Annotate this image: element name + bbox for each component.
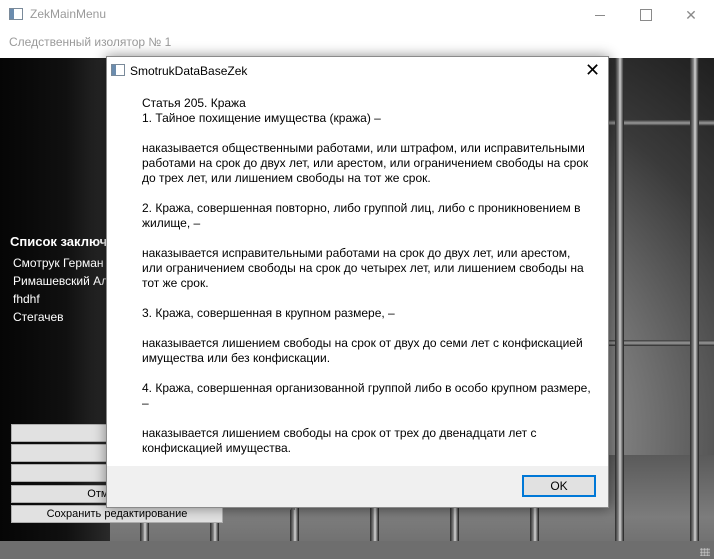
prisoner-list: Смотрук Герман Римашевский Ал fhdhf Стег… (13, 254, 113, 326)
menu-item-isolator[interactable]: Следственный изолятор № 1 (9, 35, 171, 49)
dialog-close-icon[interactable]: ✕ (577, 57, 608, 83)
prisoner-list-header: Список заключ (10, 234, 108, 249)
dialog-message: Статья 205. Кража 1. Тайное похищение им… (142, 96, 592, 456)
dialog-titlebar: SmotrukDataBaseZek ✕ (107, 57, 608, 83)
article-paragraph: наказывается общественными работами, или… (142, 141, 592, 185)
dialog-footer: OK (107, 466, 608, 507)
dialog-app-icon (111, 64, 125, 76)
article-paragraph: Статья 205. Кража 1. Тайное похищение им… (142, 96, 381, 125)
article-paragraph: наказывается исправительными работами на… (142, 246, 588, 290)
prisoner-list-item[interactable]: Римашевский Ал (13, 272, 113, 290)
main-titlebar: ZekMainMenu ✕ (0, 0, 714, 30)
maximize-button[interactable] (622, 0, 668, 30)
article-paragraph: наказывается лишением свободы на срок от… (142, 426, 540, 455)
menubar: Следственный изолятор № 1 (0, 30, 714, 54)
ok-button[interactable]: OK (522, 475, 596, 497)
dialog-title: SmotrukDataBaseZek (130, 64, 248, 78)
app-icon (9, 8, 23, 20)
prisoner-list-item[interactable]: fhdhf (13, 290, 113, 308)
minimize-button[interactable] (577, 0, 623, 30)
close-window-button[interactable]: ✕ (668, 0, 714, 30)
main-window-title: ZekMainMenu (30, 7, 107, 21)
article-paragraph: 3. Кража, совершенная в крупном размере,… (142, 306, 395, 320)
prison-bar (615, 58, 624, 559)
prisoner-list-item[interactable]: Стегачев (13, 308, 113, 326)
message-dialog: SmotrukDataBaseZek ✕ Статья 205. Кража 1… (106, 56, 609, 508)
prison-bar (690, 58, 699, 559)
prisoner-list-item[interactable]: Смотрук Герман (13, 254, 113, 272)
article-paragraph: 2. Кража, совершенная повторно, либо гру… (142, 201, 584, 230)
resize-grip-icon[interactable] (700, 548, 710, 556)
dialog-body: Статья 205. Кража 1. Тайное похищение им… (107, 83, 608, 466)
status-strip (0, 541, 714, 559)
article-paragraph: 4. Кража, совершенная организованной гру… (142, 381, 595, 410)
article-paragraph: наказывается лишением свободы на срок от… (142, 336, 587, 365)
